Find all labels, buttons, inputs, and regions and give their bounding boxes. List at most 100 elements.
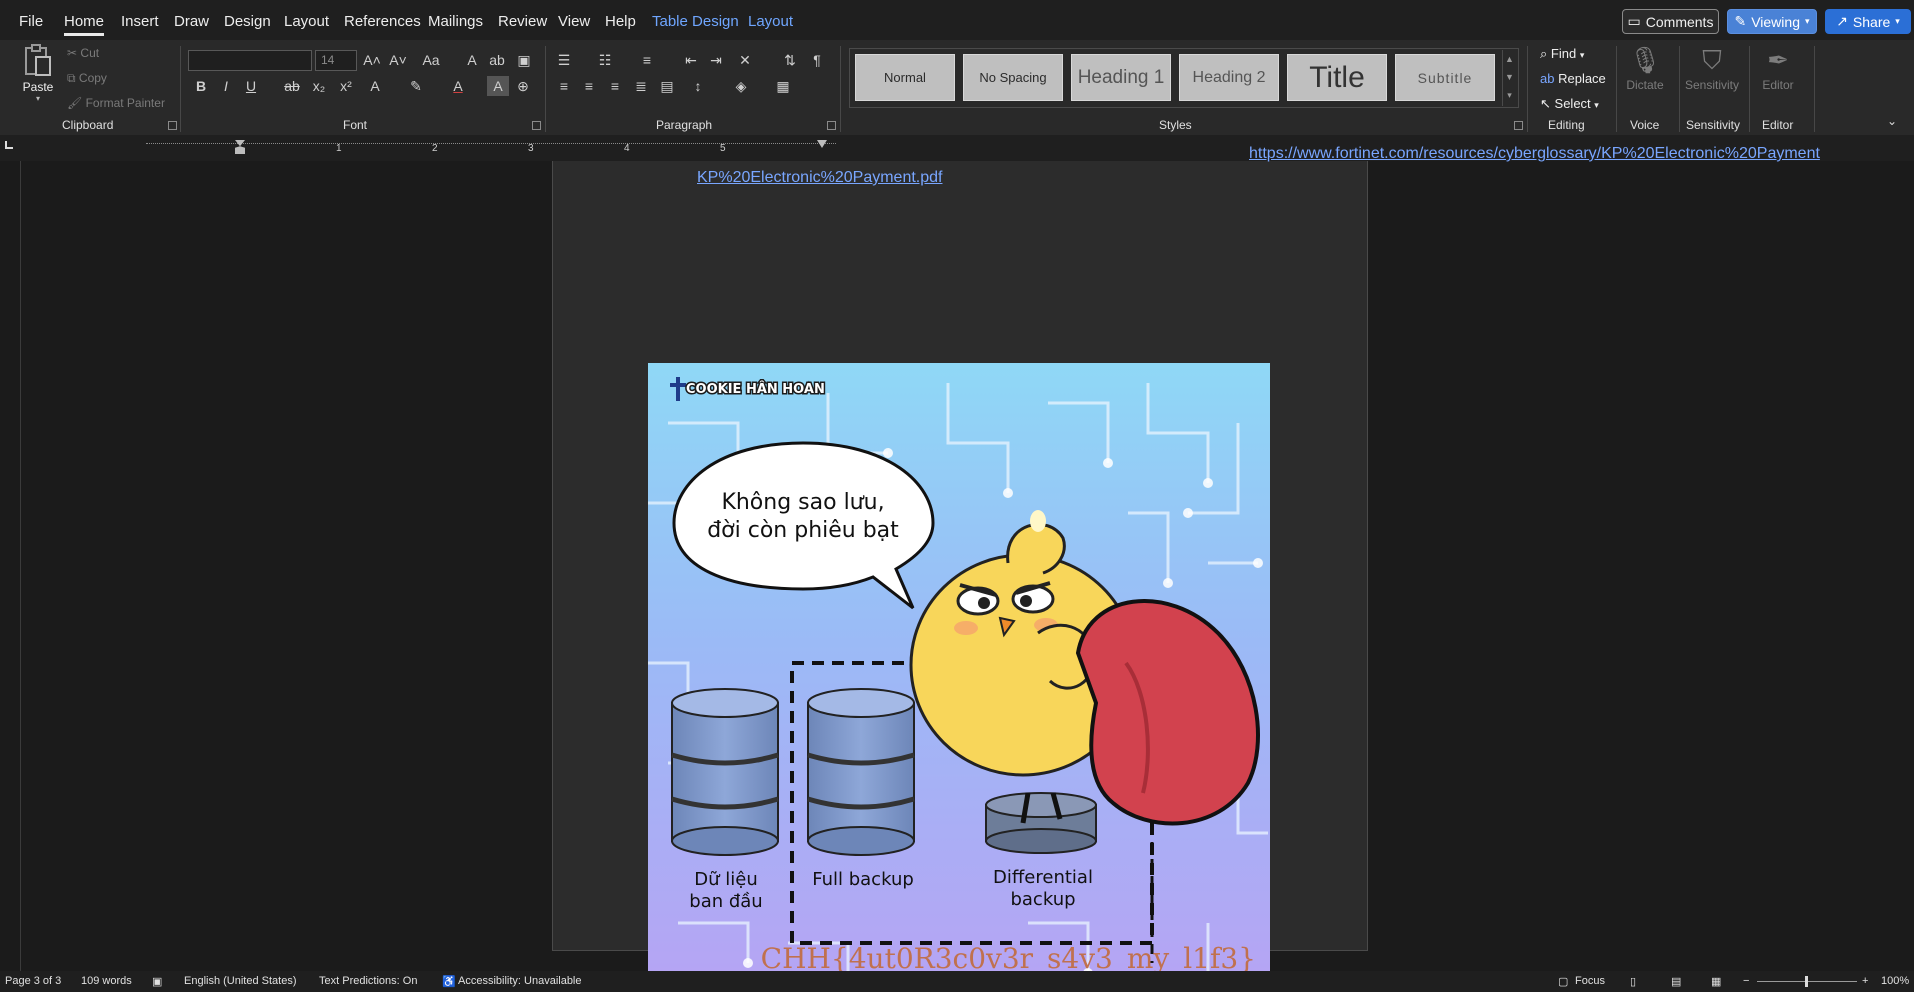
word-count[interactable]: 109 words <box>81 975 132 987</box>
select-button[interactable]: ↖ Select ▾ <box>1540 96 1599 112</box>
copy-button[interactable]: ⧉ Copy <box>67 71 107 86</box>
print-layout-icon[interactable]: ▤ <box>1671 975 1681 988</box>
share-button[interactable]: ↗ Share ▾ <box>1825 9 1911 34</box>
zoom-slider[interactable] <box>1757 976 1857 987</box>
menu-help[interactable]: Help <box>605 13 636 30</box>
justify-icon[interactable]: ≣ <box>630 76 652 96</box>
ribbon: Paste ▾ ✂ Cut ⧉ Copy 🖌 Format Painter Cl… <box>0 40 1914 135</box>
style-heading-2[interactable]: Heading 2 <box>1179 54 1279 101</box>
menu-review[interactable]: Review <box>498 13 547 30</box>
zoom-out-icon[interactable]: − <box>1743 975 1749 987</box>
shading-icon[interactable]: A <box>487 76 509 96</box>
paragraph-dialog-launcher[interactable] <box>827 121 836 130</box>
document-canvas[interactable]: https://www.fortinet.com/resources/cyber… <box>0 145 1914 985</box>
sensitivity-icon[interactable]: ⛉ <box>1687 45 1737 77</box>
find-button[interactable]: ⌕ Find ▾ <box>1540 46 1584 62</box>
zoom-in-icon[interactable]: + <box>1862 975 1868 987</box>
font-dialog-launcher[interactable] <box>532 121 541 130</box>
menu-mailings[interactable]: Mailings <box>428 13 483 30</box>
hyperlink-line-1[interactable]: https://www.fortinet.com/resources/cyber… <box>1249 145 1820 163</box>
accessibility-status[interactable]: Accessibility: Unavailable <box>458 975 582 987</box>
menu-file[interactable]: File <box>19 13 43 30</box>
font-name-box[interactable] <box>188 50 312 71</box>
highlight-icon[interactable]: ✎ <box>405 76 427 96</box>
menu-references[interactable]: References <box>344 13 421 30</box>
increase-indent-icon[interactable]: ⇥ <box>705 50 727 70</box>
enclose-character-icon[interactable]: ⊕ <box>512 76 534 96</box>
pilcrow-icon[interactable]: ¶ <box>806 50 828 70</box>
superscript-icon[interactable]: x² <box>335 76 357 96</box>
bullets-icon[interactable]: ☰ <box>553 50 575 70</box>
page-count[interactable]: Page 3 of 3 <box>5 975 61 987</box>
multilevel-list-icon[interactable]: ≡ <box>636 50 658 70</box>
editor-button[interactable]: Editor <box>1743 78 1813 92</box>
font-color-icon[interactable]: A <box>447 76 469 96</box>
strikethrough-icon[interactable]: ab <box>281 76 303 96</box>
text-effects-icon[interactable]: A <box>364 76 386 96</box>
style-heading-1[interactable]: Heading 1 <box>1071 54 1171 101</box>
phonetic-guide-icon[interactable]: ab <box>486 50 508 70</box>
decrease-indent-icon[interactable]: ⇤ <box>680 50 702 70</box>
menu-insert[interactable]: Insert <box>121 13 159 30</box>
divider <box>180 46 181 132</box>
shading-bucket-icon[interactable]: ◈ <box>730 76 752 96</box>
collapse-ribbon-icon[interactable]: ⌄ <box>1887 114 1897 128</box>
style-no-spacing[interactable]: No Spacing <box>963 54 1063 101</box>
character-border-icon[interactable]: ▣ <box>513 50 535 70</box>
menu-view[interactable]: View <box>558 13 590 30</box>
font-size-box[interactable]: 14 <box>315 50 357 71</box>
tab-selector-icon[interactable] <box>5 141 13 149</box>
align-right-icon[interactable]: ≡ <box>604 76 626 96</box>
align-left-icon[interactable]: ≡ <box>553 76 575 96</box>
comments-button[interactable]: ▭ Comments <box>1622 9 1719 34</box>
menu-layout[interactable]: Layout <box>284 13 329 30</box>
paste-button[interactable]: Paste ▾ <box>18 44 58 114</box>
text-predictions-status[interactable]: Text Predictions: On <box>319 975 417 987</box>
shrink-font-icon[interactable]: A˅ <box>387 50 409 70</box>
chevron-down-icon: ▾ <box>1579 50 1585 60</box>
zoom-level[interactable]: 100% <box>1881 975 1909 987</box>
menu-table-design[interactable]: Table Design <box>652 13 739 30</box>
viewing-mode-button[interactable]: ✎ Viewing ▾ <box>1727 9 1817 34</box>
line-spacing-icon[interactable]: ↕ <box>687 76 709 96</box>
replace-label: Replace <box>1558 71 1606 86</box>
editor-icon[interactable]: ✒ <box>1753 45 1803 76</box>
grow-font-icon[interactable]: A˄ <box>361 50 383 70</box>
menu-draw[interactable]: Draw <box>174 13 209 30</box>
proofing-icon[interactable]: ▣ <box>152 975 162 988</box>
italic-icon[interactable]: I <box>215 76 237 96</box>
focus-button[interactable]: Focus <box>1575 975 1605 987</box>
zoom-slider-thumb[interactable] <box>1805 976 1808 987</box>
change-case-icon[interactable]: Aa <box>416 50 446 70</box>
sort-icon[interactable]: ⇅ <box>779 50 801 70</box>
dictate-button[interactable]: Dictate <box>1610 78 1680 92</box>
microphone-icon[interactable]: 🎙 <box>1620 45 1670 76</box>
read-mode-icon[interactable]: ▯ <box>1630 975 1636 988</box>
align-center-icon[interactable]: ≡ <box>578 76 600 96</box>
replace-button[interactable]: ab Replace <box>1540 71 1606 86</box>
bold-icon[interactable]: B <box>190 76 212 96</box>
web-layout-icon[interactable]: ▦ <box>1711 975 1721 988</box>
numbering-icon[interactable]: ☷ <box>594 50 616 70</box>
menu-design[interactable]: Design <box>224 13 271 30</box>
asian-layout-icon[interactable]: ✕ <box>734 50 756 70</box>
clipboard-dialog-launcher[interactable] <box>168 121 177 130</box>
language-indicator[interactable]: English (United States) <box>184 975 297 987</box>
cut-button[interactable]: ✂ Cut <box>67 46 99 60</box>
format-painter-button[interactable]: 🖌 Format Painter <box>67 96 165 110</box>
style-subtitle[interactable]: Subtitle <box>1395 54 1495 101</box>
hyperlink-line-2[interactable]: KP%20Electronic%20Payment.pdf <box>697 169 942 187</box>
borders-icon[interactable]: ▦ <box>772 76 794 96</box>
styles-scroll[interactable]: ▲ ▼ ▾ <box>1502 50 1516 106</box>
style-title[interactable]: Title <box>1287 54 1387 101</box>
sensitivity-button[interactable]: Sensitivity <box>1677 78 1747 92</box>
menu-home[interactable]: Home <box>64 13 105 36</box>
backup-illustration[interactable]: COOKIE HÂN HOAN Không sao lưu, đời còn p… <box>648 363 1270 985</box>
style-normal[interactable]: Normal <box>855 54 955 101</box>
distributed-icon[interactable]: ▤ <box>656 76 678 96</box>
menu-table-layout[interactable]: Layout <box>748 13 793 30</box>
underline-icon[interactable]: U <box>240 76 262 96</box>
subscript-icon[interactable]: x₂ <box>308 76 330 96</box>
styles-dialog-launcher[interactable] <box>1514 121 1523 130</box>
clear-formatting-icon[interactable]: A <box>461 50 483 70</box>
